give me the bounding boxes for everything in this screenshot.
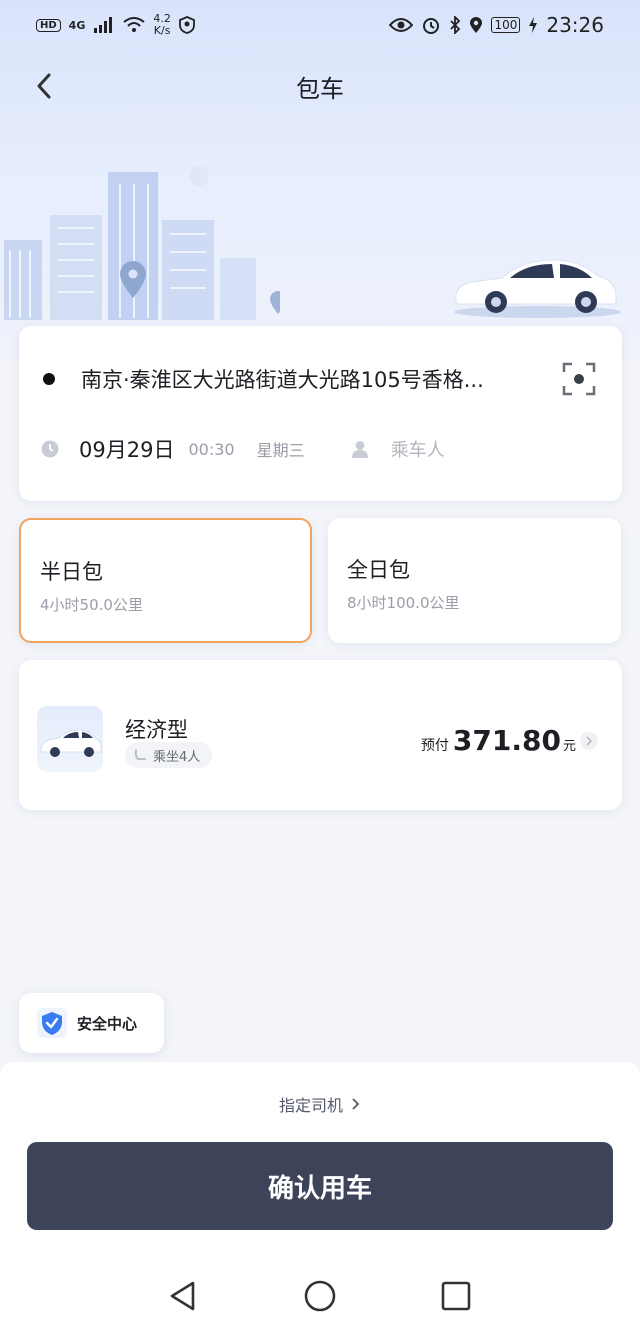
person-icon bbox=[351, 441, 368, 458]
price-value: 371.80 bbox=[452, 724, 561, 757]
prepay-label: 预付 bbox=[420, 738, 449, 754]
shield-status-icon bbox=[178, 16, 195, 34]
vehicle-type: 经济型 bbox=[125, 718, 188, 742]
nav-home-circle-icon[interactable] bbox=[303, 1279, 337, 1313]
package-title: 全日包 bbox=[347, 558, 410, 582]
nav-back-triangle-icon[interactable] bbox=[166, 1279, 200, 1313]
package-half-day[interactable]: 半日包 4小时50.0公里 bbox=[19, 518, 312, 643]
seat-icon bbox=[134, 749, 146, 760]
price-info[interactable]: 预付 371.80 元 bbox=[421, 724, 598, 757]
page-title: 包车 bbox=[296, 74, 344, 103]
pickup-dot-icon bbox=[43, 373, 55, 385]
package-title: 半日包 bbox=[40, 560, 103, 584]
trip-date[interactable]: 09月29日 bbox=[79, 434, 174, 464]
city-illustration bbox=[4, 166, 280, 320]
confirm-ride-button[interactable]: 确认用车 bbox=[27, 1142, 613, 1230]
car-illustration bbox=[454, 259, 620, 318]
safety-center-label: 安全中心 bbox=[77, 1014, 138, 1033]
seat-badge: 乘坐4人 bbox=[125, 742, 213, 768]
network-speed: 4.2 K/s bbox=[153, 12, 171, 37]
trip-weekday: 星期三 bbox=[256, 441, 305, 460]
bottom-panel: 指定司机 确认用车 bbox=[0, 1062, 640, 1330]
trip-hour[interactable]: 00:30 bbox=[188, 440, 234, 459]
car-icon bbox=[40, 729, 102, 757]
vehicle-thumbnail bbox=[37, 706, 103, 772]
package-desc: 4小时50.0公里 bbox=[40, 596, 143, 614]
alarm-icon bbox=[423, 18, 440, 34]
shield-check-icon bbox=[37, 1008, 67, 1038]
bluetooth-icon bbox=[450, 16, 461, 34]
charging-icon bbox=[529, 17, 538, 33]
price-detail-button[interactable] bbox=[580, 731, 598, 750]
pickup-address[interactable]: 南京·秦淮区大光路街道大光路105号香格... bbox=[81, 364, 541, 394]
nav-recents-square-icon[interactable] bbox=[439, 1279, 473, 1313]
clock-time: 23:26 bbox=[546, 13, 604, 37]
system-navigation-bar bbox=[0, 1267, 640, 1323]
chevron-right-icon bbox=[586, 735, 593, 746]
location-status-icon bbox=[470, 17, 483, 33]
assign-driver-link[interactable]: 指定司机 bbox=[0, 1092, 640, 1116]
scan-icon[interactable] bbox=[560, 360, 598, 398]
battery-indicator: 100 bbox=[491, 17, 521, 33]
vehicle-option-card[interactable]: 经济型 乘坐4人 预付 371.80 元 bbox=[19, 660, 622, 810]
assign-driver-label: 指定司机 bbox=[278, 1096, 343, 1115]
eye-icon bbox=[389, 18, 414, 32]
seat-count: 乘坐4人 bbox=[153, 749, 201, 765]
network-label: 4G bbox=[68, 18, 86, 32]
hero-banner: HD 4G 4.2 K/s 100 23:26 包车 bbox=[0, 0, 640, 360]
status-bar: HD 4G 4.2 K/s 100 23:26 bbox=[0, 0, 640, 50]
wifi-icon bbox=[123, 17, 145, 32]
signal-icon bbox=[94, 17, 113, 33]
time-row: 09月29日 00:30 星期三 乘车人 bbox=[39, 434, 602, 464]
back-button[interactable] bbox=[24, 66, 64, 106]
trip-info-card: 南京·秦淮区大光路街道大光路105号香格... 09月29日 00:30 星期三… bbox=[19, 326, 622, 501]
hd-badge: HD bbox=[36, 18, 61, 32]
price-unit: 元 bbox=[562, 739, 576, 754]
pickup-address-row[interactable]: 南京·秦淮区大光路街道大光路105号香格... bbox=[39, 362, 602, 396]
passenger-selector[interactable]: 乘车人 bbox=[391, 436, 445, 462]
package-full-day[interactable]: 全日包 8小时100.0公里 bbox=[328, 518, 621, 643]
chevron-left-icon bbox=[37, 73, 51, 99]
safety-center-button[interactable]: 安全中心 bbox=[19, 993, 164, 1053]
package-desc: 8小时100.0公里 bbox=[347, 594, 460, 612]
clock-icon bbox=[41, 440, 59, 458]
chevron-right-icon bbox=[352, 1098, 360, 1110]
nav-bar: 包车 bbox=[0, 58, 640, 114]
